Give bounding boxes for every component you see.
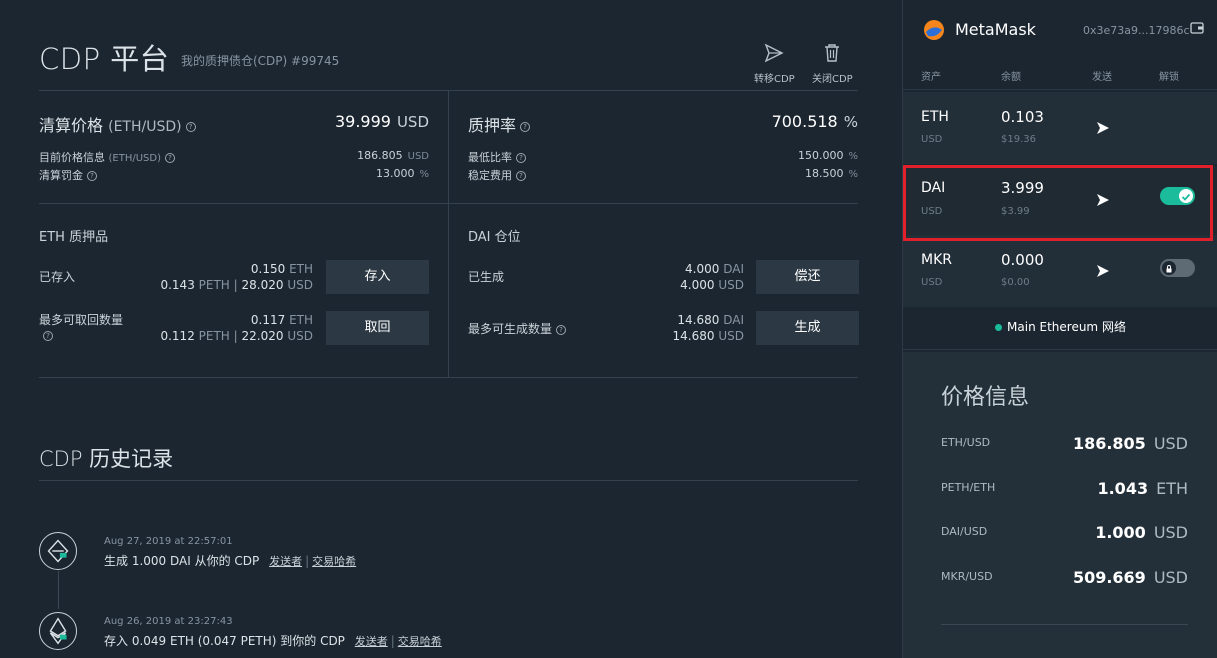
max-generate-amount: 14.680 DAI 14.680 USD [672,313,744,343]
min-ratio-label: 最低比率? [468,149,526,165]
help-icon[interactable]: ? [185,121,196,132]
current-price-label: 目前价格信息 (ETH/USD)? [39,149,175,165]
dai-row-highlight [903,165,1213,241]
cdp-main-panel: CDP 平台 我的质押债仓(CDP) #99745 转移CDP 关闭CDP 清算… [0,0,902,658]
eth-deposit-icon [39,612,77,650]
asset-row-eth: ETH USD 0.103 $19.36 [903,92,1217,164]
help-icon[interactable]: ? [520,121,531,132]
send-icon[interactable] [1095,120,1111,136]
generate-button[interactable]: 生成 [756,311,859,345]
sender-link[interactable]: 发送者 [269,555,302,568]
help-icon[interactable]: ? [43,330,53,341]
deposit-button[interactable]: 存入 [326,260,429,294]
col-asset: 资产 [921,72,941,83]
history-date: Aug 26, 2019 at 23:27:43 [104,616,233,627]
deposited-amount: 0.150 ETH 0.143 PETH | 28.020 USD [160,262,313,292]
asset-table-header: 资产 余额 发送 解锁 [903,62,1217,90]
max-generate-label: 最多可生成数量? [468,320,567,337]
close-cdp-label: 关闭CDP [812,74,853,85]
price-value: 186.805 USD [1072,434,1188,453]
send-icon[interactable] [1095,263,1111,279]
price-pair: MKR/USD [941,570,993,583]
network-dot-icon [995,324,1003,331]
max-withdraw-amount: 0.117 ETH 0.112 PETH | 22.020 USD [160,313,313,343]
asset-sub: USD [921,134,943,145]
col-balance: 余额 [1001,72,1021,83]
price-value: 1.000 USD [1095,523,1188,542]
liquidation-penalty-label: 清算罚金? [39,167,97,183]
close-cdp-button[interactable]: 关闭CDP [812,42,853,85]
dai-generate-icon [39,532,77,570]
history-item: 生成 1.000 DAI 从你的 CDP 发送者 | 交易哈希 [104,554,357,568]
lock-icon [1162,261,1176,275]
min-ratio-value: 150.000% [797,149,858,162]
transfer-cdp-button[interactable]: 转移CDP [754,42,795,85]
help-icon[interactable]: ? [556,324,567,335]
price-pair: PETH/ETH [941,481,996,494]
price-pair: DAI/USD [941,525,988,538]
stability-fee-value: 18.500% [804,167,858,180]
asset-row-mkr: MKR USD 0.000 $0.00 [903,235,1217,307]
help-icon[interactable]: ? [516,171,526,181]
transfer-cdp-label: 转移CDP [754,74,795,85]
dai-position-title: DAI 仓位 [468,230,521,245]
asset-name: MKR [921,252,952,268]
asset-name: ETH [921,109,949,125]
unlock-toggle-mkr[interactable] [1160,259,1195,277]
collateral-ratio-label: 质押率? [468,112,531,136]
help-icon[interactable]: ? [87,171,97,181]
history-item: 存入 0.049 ETH (0.047 PETH) 到你的 CDP 发送者 | 交易… [104,634,442,648]
page-title: CDP 平台 [39,42,170,76]
trash-icon [825,44,840,62]
asset-usd: $19.36 [1001,134,1036,145]
metamask-sidebar: MetaMask 0x3e73a9...17986c 资产 余额 发送 解锁 E… [902,0,1217,658]
help-icon[interactable]: ? [516,153,526,163]
asset-balance: 0.103 [1001,108,1044,126]
asset-balance: 0.000 [1001,251,1044,269]
liquidation-price-value: 39.999 USD [334,112,429,131]
divider [448,90,449,377]
liquidation-penalty-value: 13.000% [375,167,429,180]
generated-label: 已生成 [468,270,505,284]
eth-collateral-title: ETH 质押品 [39,230,109,245]
asset-usd: $0.00 [1001,277,1030,288]
liquidation-price-label: 清算价格 (ETH/USD)? [39,112,196,136]
max-withdraw-label: 最多可取回数量? [39,313,124,341]
divider [39,480,858,481]
stability-fee-label: 稳定费用? [468,167,526,183]
divider [941,624,1188,625]
payback-button[interactable]: 偿还 [756,260,859,294]
generated-amount: 4.000 DAI 4.000 USD [680,262,744,292]
metamask-fox-icon [924,20,944,40]
help-icon[interactable]: ? [165,153,175,163]
network-status: Main Ethereum 网络 [903,305,1217,350]
cdp-id-subtitle: 我的质押债仓(CDP) #99745 [181,54,340,68]
divider [39,203,858,204]
col-send: 发送 [1092,72,1112,83]
current-price-value: 186.805 USD [357,149,429,162]
price-pair: ETH/USD [941,436,991,449]
divider [39,377,858,378]
tx-hash-link[interactable]: 交易哈希 [398,635,442,648]
asset-sub: USD [921,277,943,288]
withdraw-button[interactable]: 取回 [326,311,429,345]
send-icon [765,43,784,63]
wallet-address[interactable]: 0x3e73a9...17986c [1083,24,1190,37]
sender-link[interactable]: 发送者 [355,635,388,648]
price-info-panel: 价格信息 ETH/USD 186.805 USD PETH/ETH 1.043 ET… [903,352,1217,658]
tx-hash-link[interactable]: 交易哈希 [312,555,356,568]
history-title: CDP 历史记录 [39,447,174,471]
timeline-line [58,571,59,609]
price-value: 509.669 USD [1072,568,1188,587]
col-unlock: 解锁 [1159,72,1179,83]
price-info-title: 价格信息 [941,385,1030,410]
wallet-icon[interactable] [1190,21,1204,34]
price-value: 1.043 ETH [1097,479,1188,498]
history-date: Aug 27, 2019 at 22:57:01 [104,536,233,547]
collateral-ratio-value: 700.518% [771,112,858,131]
metamask-title: MetaMask [955,20,1036,39]
metamask-header: MetaMask 0x3e73a9...17986c [903,0,1217,62]
deposited-label: 已存入 [39,270,76,284]
